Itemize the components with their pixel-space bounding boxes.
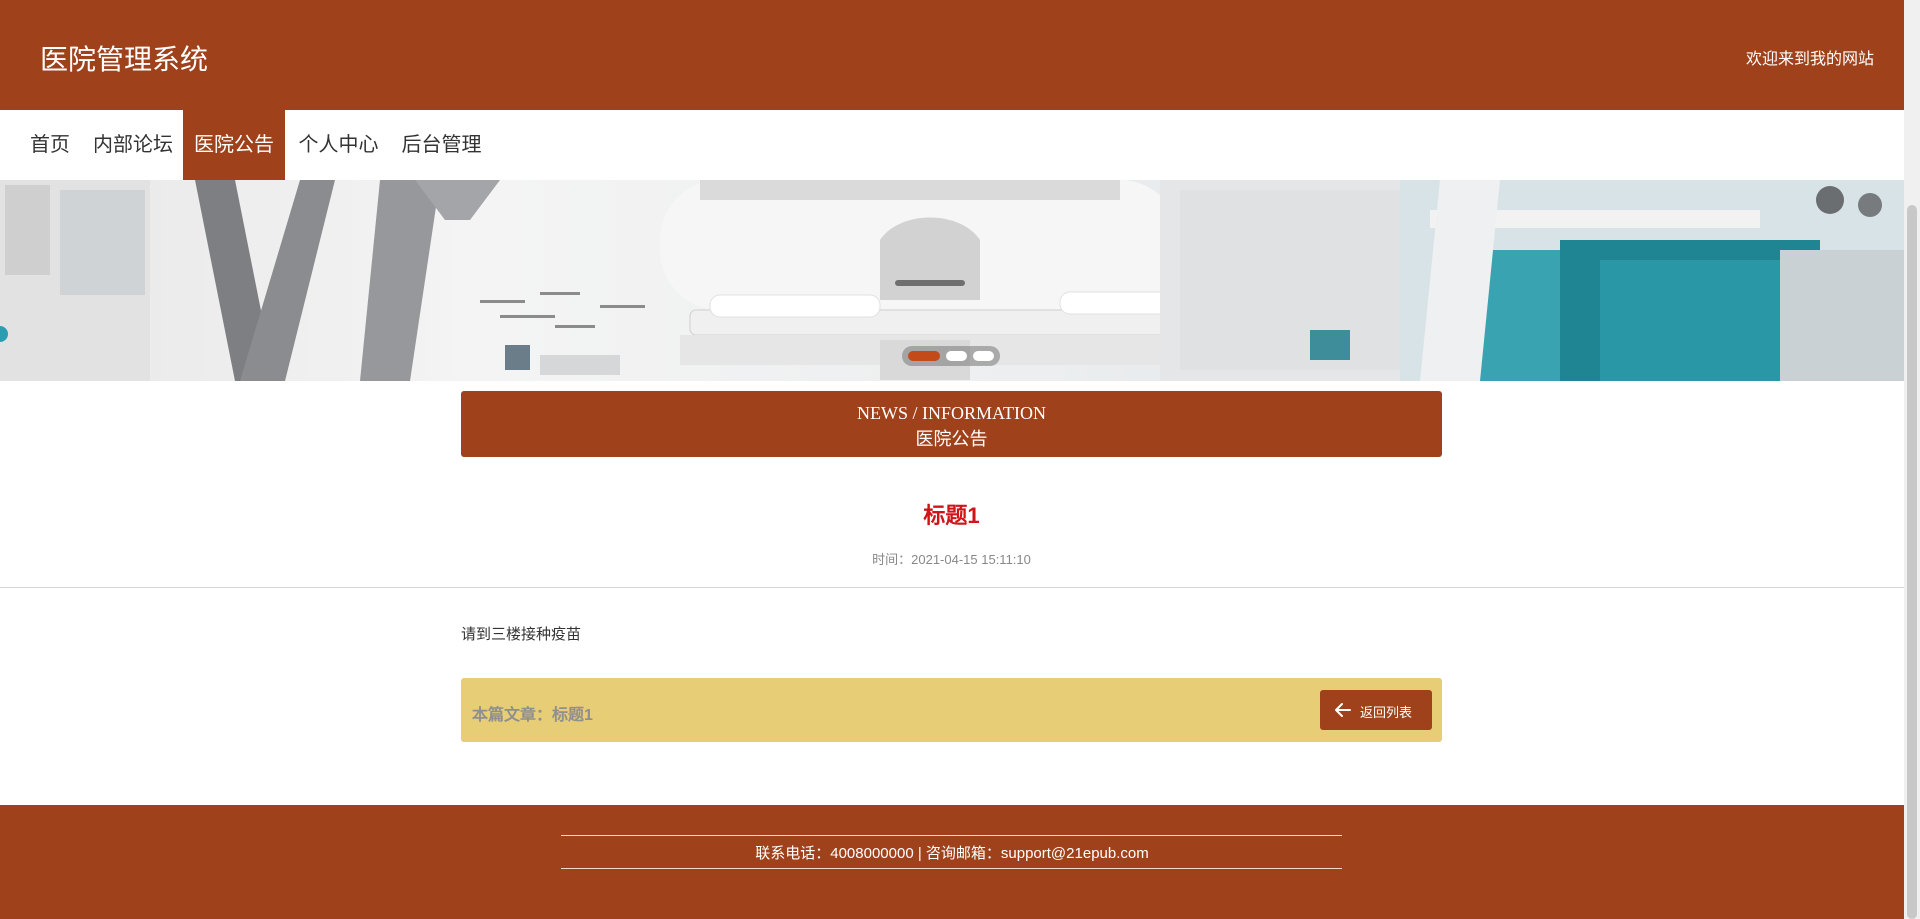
page: 医院管理系统 欢迎来到我的网站 首页 内部论坛 医院公告 个人中心 后台管理 N… bbox=[0, 0, 1904, 919]
footer-top-line bbox=[561, 835, 1342, 836]
nav-item-admin[interactable]: 后台管理 bbox=[392, 110, 491, 180]
page-scrollbar[interactable] bbox=[1904, 0, 1920, 919]
article-content: 请到三楼接种疫苗 bbox=[461, 626, 582, 643]
nav-item-profile[interactable]: 个人中心 bbox=[290, 110, 387, 180]
banner-dot-3[interactable] bbox=[973, 351, 994, 361]
banner-indicators bbox=[902, 346, 1000, 366]
divider bbox=[0, 587, 1904, 588]
footer: 联系电话：4008000000 | 咨询邮箱：support@21epub.co… bbox=[0, 805, 1904, 919]
section-title-box: NEWS / INFORMATION 医院公告 bbox=[461, 391, 1442, 457]
banner-carousel[interactable] bbox=[0, 180, 1904, 381]
article-info-bar: 本篇文章：标题1 返回列表 bbox=[461, 678, 1442, 742]
nav-item-announcements[interactable]: 医院公告 bbox=[183, 110, 285, 180]
banner-dot-2[interactable] bbox=[946, 351, 967, 361]
footer-contact: 联系电话：4008000000 | 咨询邮箱：support@21epub.co… bbox=[755, 845, 1149, 862]
back-to-list-button[interactable]: 返回列表 bbox=[1320, 690, 1432, 730]
arrow-left-icon bbox=[1335, 703, 1351, 717]
article-time: 时间：2021-04-15 15:11:10 bbox=[872, 552, 1031, 567]
site-title: 医院管理系统 bbox=[40, 44, 209, 75]
nav-item-home[interactable]: 首页 bbox=[20, 110, 80, 180]
nav-item-forum[interactable]: 内部论坛 bbox=[87, 110, 179, 180]
back-to-list-label: 返回列表 bbox=[1360, 705, 1413, 720]
top-header: 医院管理系统 欢迎来到我的网站 bbox=[0, 0, 1904, 110]
section-title-cn: 医院公告 bbox=[915, 429, 988, 449]
article-title: 标题1 bbox=[923, 503, 980, 528]
section-title-en: NEWS / INFORMATION bbox=[857, 403, 1046, 423]
scrollbar-thumb[interactable] bbox=[1907, 205, 1917, 919]
main-nav: 首页 内部论坛 医院公告 个人中心 后台管理 bbox=[0, 110, 1904, 180]
current-article-label: 本篇文章：标题1 bbox=[472, 707, 593, 724]
banner-dot-1[interactable] bbox=[908, 351, 940, 361]
footer-bottom-line bbox=[561, 868, 1342, 869]
welcome-text: 欢迎来到我的网站 bbox=[1745, 51, 1874, 68]
